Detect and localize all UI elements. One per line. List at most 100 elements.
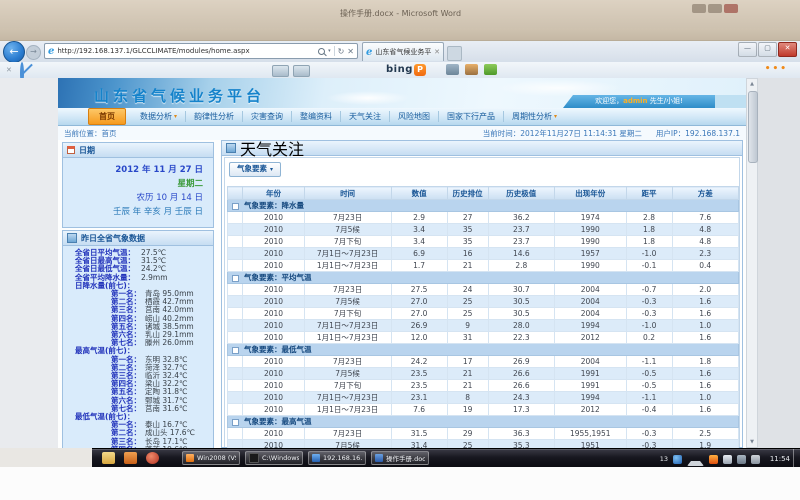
table-row: 20107月23日27.52430.72004-0.72.0 xyxy=(228,284,739,296)
window-controls[interactable]: — ▢ ✕ xyxy=(738,42,797,57)
chevron-down-icon: ▾ xyxy=(270,166,273,173)
maximize-button[interactable]: ▢ xyxy=(758,42,777,57)
weather-focus-panel: 天气关注 气象要素▾ 年份时间数值历史排位历史极值出现年份距平方差 气象要素：降… xyxy=(221,140,743,448)
scroll-up-icon[interactable]: ▲ xyxy=(748,81,756,87)
stop-icon[interactable]: ✕ xyxy=(347,47,354,56)
nav-item-4[interactable]: 整编资料 xyxy=(292,111,341,122)
network-globe-icon[interactable] xyxy=(673,455,682,464)
toolbar-addon-icons[interactable] xyxy=(446,64,497,75)
taskbar-task-0[interactable]: Win2008 (VS2... xyxy=(182,451,240,465)
scrollbar-thumb[interactable] xyxy=(748,91,758,163)
group-header-row[interactable]: 气象要素：最高气温 xyxy=(228,416,739,428)
gregorian-date: 2012 年 11 月 27 日 xyxy=(63,163,203,177)
close-button[interactable]: ✕ xyxy=(778,42,797,57)
nav-item-3[interactable]: 灾害查询 xyxy=(243,111,292,122)
search-dropdown-icon[interactable]: ▾ xyxy=(328,48,331,54)
group-header-row[interactable]: 气象要素：平均气温 xyxy=(228,272,739,284)
table-row: 20101月1日～7月23日1.7212.81990-0.10.4 xyxy=(228,260,739,272)
nav-item-8[interactable]: 周期性分析▾ xyxy=(504,111,565,122)
word-window-controls[interactable] xyxy=(692,4,738,13)
screenshot-blank-area xyxy=(0,467,800,500)
back-button[interactable]: ← xyxy=(3,41,25,63)
date-panel-title: 日期 xyxy=(79,145,95,156)
explorer-icon[interactable] xyxy=(102,452,115,464)
refresh-icon[interactable]: ↻ xyxy=(338,47,345,56)
nav-item-5[interactable]: 天气关注 xyxy=(341,111,390,122)
status-bar: 当前位置：首页 当前时间：2012年11月27日 11:14:31 星期二 用户… xyxy=(58,126,746,140)
browser-tab[interactable]: e 山东省气候业务平... ✕ xyxy=(362,42,444,61)
show-desktop-button[interactable] xyxy=(793,449,800,468)
new-tab-button[interactable] xyxy=(447,46,462,61)
group-header-row[interactable]: 气象要素：降水量 xyxy=(228,200,739,212)
checkbox-column-header xyxy=(228,187,243,200)
column-header-4: 历史极值 xyxy=(488,187,554,200)
table-row: 20107月1日～7月23日23.1824.31994-1.11.0 xyxy=(228,392,739,404)
orange-app-icon[interactable]: P xyxy=(414,64,426,76)
minimize-button[interactable]: — xyxy=(738,42,757,57)
report-icon xyxy=(67,233,77,243)
yesterday-weather-panel: 昨日全省气象数据 全省日平均气温：27.5℃全省日最高气温：31.5℃全省日最低… xyxy=(62,230,214,448)
welcome-ribbon-tail xyxy=(715,95,746,108)
tab-title: 山东省气候业务平... xyxy=(375,47,432,57)
camera-icon[interactable] xyxy=(446,64,459,75)
scroll-down-icon[interactable]: ▼ xyxy=(748,439,756,445)
tab-close-icon[interactable]: ✕ xyxy=(434,48,440,56)
mail-icons[interactable] xyxy=(272,65,310,77)
word-window-edge xyxy=(0,28,800,40)
puzzle-icon[interactable] xyxy=(484,64,497,75)
more-toolbar-icon[interactable]: ••• xyxy=(765,64,788,74)
weekday: 星期二 xyxy=(63,177,203,191)
nav-item-label: 天气关注 xyxy=(349,111,381,122)
column-header-6: 距平 xyxy=(626,187,672,200)
nav-item-7[interactable]: 国家下行产品 xyxy=(439,111,504,122)
nav-item-1[interactable]: 数据分析▾ xyxy=(132,111,186,122)
pinned-app-icon[interactable] xyxy=(124,452,137,464)
table-row: 20101月1日～7月23日7.61917.32012-0.41.6 xyxy=(228,404,739,416)
taskbar-task-2[interactable]: 192.168.16.99... xyxy=(308,451,366,465)
nav-item-label: 国家下行产品 xyxy=(447,111,495,122)
nav-item-label: 灾害查询 xyxy=(251,111,283,122)
address-bar[interactable]: e http://192.168.137.1/GLCCLIMATE/module… xyxy=(44,43,358,59)
lunar-date: 农历 10 月 14 日 xyxy=(63,191,203,205)
forward-button[interactable]: → xyxy=(26,45,41,60)
task-label: 操作手册.docx ... xyxy=(386,453,425,463)
url-text[interactable]: http://192.168.137.1/GLCCLIMATE/modules/… xyxy=(57,47,318,55)
address-bar-icons: ▾ ↻ ✕ xyxy=(318,46,354,56)
page-scrollbar[interactable]: ▲ ▼ xyxy=(746,78,758,448)
taskbar-task-3[interactable]: 操作手册.docx ... xyxy=(371,451,429,465)
word-window-titlebar: 操作手册.docx - Microsoft Word xyxy=(0,0,800,28)
task-label: C:\Windows\s... xyxy=(262,454,299,462)
panel-icon xyxy=(226,143,236,153)
table-row: 20107月5候3.43523.719901.84.8 xyxy=(228,224,739,236)
hidden-icons-arrow[interactable] xyxy=(687,452,704,466)
web-page: 山东省气候业务平台 欢迎您，admin 先生/小姐! 首页数据分析▾ 韵律性分析 灾… xyxy=(58,78,746,448)
user-ip: 用户IP：192.168.137.1 xyxy=(656,128,740,139)
taskbar-clock[interactable]: 11:54 xyxy=(770,455,790,463)
group-header-row[interactable]: 气象要素：最低气温 xyxy=(228,344,739,356)
person-icon[interactable] xyxy=(465,64,478,75)
table-row: 20107月下旬23.52126.61991-0.51.6 xyxy=(228,380,739,392)
nav-item-2[interactable]: 韵律性分析 xyxy=(186,111,243,122)
nav-item-0[interactable]: 首页 xyxy=(88,108,126,125)
search-icon[interactable] xyxy=(318,48,325,55)
bing-logo[interactable]: bing xyxy=(386,64,413,75)
element-dropdown-button[interactable]: 气象要素▾ xyxy=(229,162,281,177)
column-header-0: 年份 xyxy=(243,187,304,200)
action-center-icon[interactable] xyxy=(723,455,732,464)
weather-focus-header: 天气关注 xyxy=(222,141,742,156)
tab-favicon: e xyxy=(366,47,372,58)
media-player-icon[interactable] xyxy=(146,452,159,464)
site-title: 山东省气候业务平台 xyxy=(94,85,265,106)
nav-item-label: 韵律性分析 xyxy=(194,111,234,122)
flame-tray-icon[interactable] xyxy=(709,455,718,464)
close-pane-icon[interactable]: ✕ xyxy=(6,66,12,74)
current-time: 当前时间：2012年11月27日 11:14:31 星期二 xyxy=(483,128,642,139)
taskbar-task-1[interactable]: C:\Windows\s... xyxy=(245,451,303,465)
nav-item-label: 整编资料 xyxy=(300,111,332,122)
ti-net-icon xyxy=(312,454,320,462)
nav-item-6[interactable]: 风险地图 xyxy=(390,111,439,122)
welcome-ribbon: 欢迎您，admin 先生/小姐! xyxy=(563,95,715,108)
task-label: 192.168.16.99... xyxy=(323,454,362,462)
volume-icon[interactable] xyxy=(751,455,760,464)
display-tray-icon[interactable] xyxy=(737,455,746,464)
